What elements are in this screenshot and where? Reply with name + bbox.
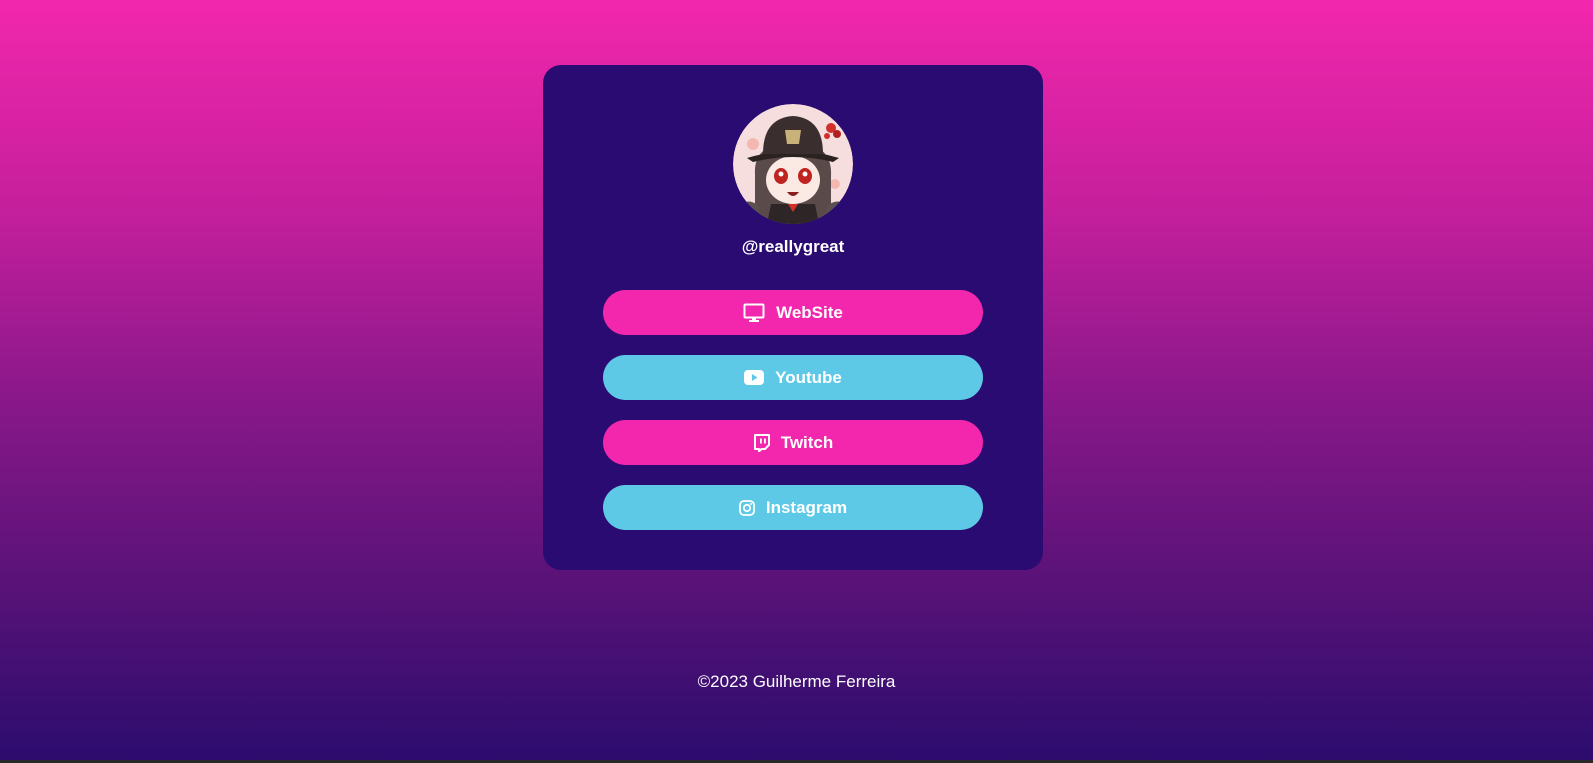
profile-card: @reallygreat WebSite Youtube Twitch Inst… bbox=[543, 65, 1043, 570]
twitch-button-label: Twitch bbox=[780, 432, 834, 452]
avatar bbox=[733, 104, 853, 224]
instagram-button-label: Instagram bbox=[765, 497, 848, 517]
instagram-icon bbox=[738, 499, 755, 516]
youtube-button[interactable]: Youtube bbox=[603, 355, 983, 400]
twitch-icon bbox=[753, 433, 770, 452]
instagram-button[interactable]: Instagram bbox=[603, 485, 983, 530]
footer-copyright: ©2023 Guilherme Ferreira bbox=[697, 672, 896, 691]
twitch-button[interactable]: Twitch bbox=[603, 420, 983, 465]
monitor-icon bbox=[743, 303, 765, 323]
website-button[interactable]: WebSite bbox=[603, 290, 983, 335]
youtube-icon bbox=[744, 370, 765, 385]
profile-handle: @reallygreat bbox=[741, 237, 845, 256]
youtube-button-label: Youtube bbox=[775, 367, 842, 387]
website-button-label: WebSite bbox=[776, 302, 843, 322]
